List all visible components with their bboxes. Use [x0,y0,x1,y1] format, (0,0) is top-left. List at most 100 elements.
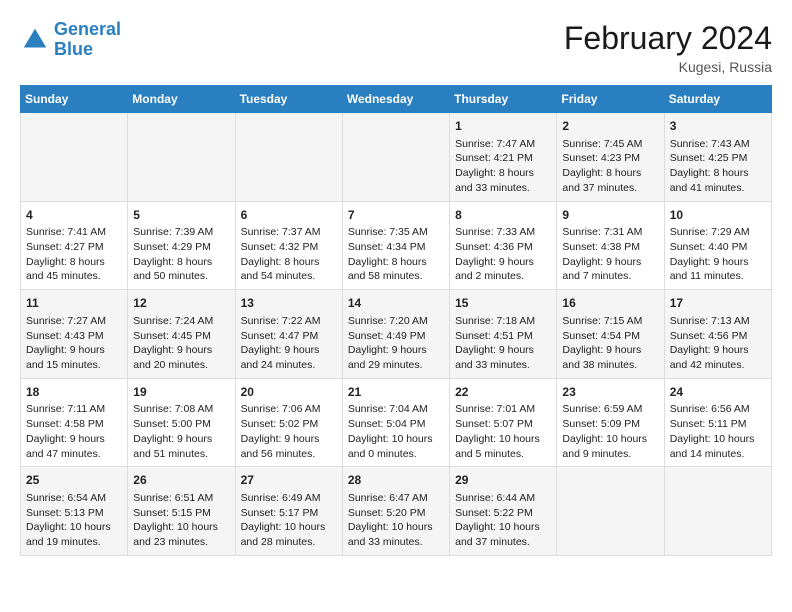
day-content-line: Sunrise: 7:18 AM [455,314,551,329]
logo-icon [20,25,50,55]
week-row-4: 18Sunrise: 7:11 AMSunset: 4:58 PMDayligh… [21,378,772,467]
day-content-line: and 15 minutes. [26,358,122,373]
col-header-sunday: Sunday [21,86,128,113]
day-cell: 10Sunrise: 7:29 AMSunset: 4:40 PMDayligh… [664,201,771,290]
day-content-line: Sunset: 5:13 PM [26,506,122,521]
day-cell: 8Sunrise: 7:33 AMSunset: 4:36 PMDaylight… [450,201,557,290]
day-content-line: Sunrise: 7:15 AM [562,314,658,329]
day-cell [557,467,664,556]
day-content-line: and 47 minutes. [26,447,122,462]
col-header-monday: Monday [128,86,235,113]
day-cell: 11Sunrise: 7:27 AMSunset: 4:43 PMDayligh… [21,290,128,379]
day-number: 20 [241,384,337,401]
day-content-line: and 9 minutes. [562,447,658,462]
day-content-line: and 33 minutes. [455,181,551,196]
day-content-line: Daylight: 9 hours [670,255,766,270]
week-row-2: 4Sunrise: 7:41 AMSunset: 4:27 PMDaylight… [21,201,772,290]
day-content-line: and 56 minutes. [241,447,337,462]
day-number: 3 [670,118,766,135]
day-content-line: and 33 minutes. [348,535,444,550]
day-cell [342,113,449,202]
day-cell: 3Sunrise: 7:43 AMSunset: 4:25 PMDaylight… [664,113,771,202]
day-content-line: Sunset: 5:22 PM [455,506,551,521]
day-content-line: Daylight: 8 hours [133,255,229,270]
day-content-line: Sunset: 4:23 PM [562,151,658,166]
day-content-line: and 45 minutes. [26,269,122,284]
day-content-line: Daylight: 10 hours [348,432,444,447]
day-content-line: and 38 minutes. [562,358,658,373]
day-content-line: Sunset: 5:04 PM [348,417,444,432]
day-content-line: Daylight: 9 hours [455,343,551,358]
day-cell: 2Sunrise: 7:45 AMSunset: 4:23 PMDaylight… [557,113,664,202]
day-content-line: Sunrise: 7:01 AM [455,402,551,417]
day-number: 5 [133,207,229,224]
day-content-line: Sunset: 4:25 PM [670,151,766,166]
day-content-line: Sunrise: 6:59 AM [562,402,658,417]
day-content-line: Sunrise: 7:24 AM [133,314,229,329]
day-content-line: Daylight: 9 hours [241,343,337,358]
day-content-line: Sunset: 4:51 PM [455,329,551,344]
day-content-line: Sunrise: 7:41 AM [26,225,122,240]
day-cell: 21Sunrise: 7:04 AMSunset: 5:04 PMDayligh… [342,378,449,467]
week-row-5: 25Sunrise: 6:54 AMSunset: 5:13 PMDayligh… [21,467,772,556]
day-content-line: and 54 minutes. [241,269,337,284]
day-content-line: Sunset: 4:29 PM [133,240,229,255]
day-content-line: Sunset: 5:11 PM [670,417,766,432]
day-content-line: Sunset: 4:40 PM [670,240,766,255]
day-number: 18 [26,384,122,401]
week-row-3: 11Sunrise: 7:27 AMSunset: 4:43 PMDayligh… [21,290,772,379]
calendar-header-row: SundayMondayTuesdayWednesdayThursdayFrid… [21,86,772,113]
day-content-line: Daylight: 8 hours [348,255,444,270]
day-cell: 28Sunrise: 6:47 AMSunset: 5:20 PMDayligh… [342,467,449,556]
day-content-line: Daylight: 8 hours [670,166,766,181]
day-content-line: Sunset: 4:36 PM [455,240,551,255]
day-content-line: and 28 minutes. [241,535,337,550]
day-content-line: Sunrise: 6:49 AM [241,491,337,506]
day-content-line: Daylight: 8 hours [455,166,551,181]
day-content-line: and 19 minutes. [26,535,122,550]
day-cell: 15 Sunrise: 7:18 AMSunset: 4:51 PMDayligh… [450,290,557,379]
day-content-line: Daylight: 10 hours [455,432,551,447]
day-content-line: Sunset: 4:58 PM [26,417,122,432]
month-title: February 2024 [564,20,772,57]
day-content-line: Daylight: 8 hours [26,255,122,270]
day-number: 9 [562,207,658,224]
day-number: 7 [348,207,444,224]
day-cell: 24Sunrise: 6:56 AMSunset: 5:11 PMDayligh… [664,378,771,467]
day-content-line: Sunset: 4:54 PM [562,329,658,344]
calendar-table: SundayMondayTuesdayWednesdayThursdayFrid… [20,85,772,556]
day-cell: 9Sunrise: 7:31 AMSunset: 4:38 PMDaylight… [557,201,664,290]
day-content-line: Sunset: 5:07 PM [455,417,551,432]
day-content-line: Sunset: 5:20 PM [348,506,444,521]
day-cell: 4Sunrise: 7:41 AMSunset: 4:27 PMDaylight… [21,201,128,290]
day-cell [128,113,235,202]
day-content-line: Sunset: 5:09 PM [562,417,658,432]
day-number: 23 [562,384,658,401]
day-cell [664,467,771,556]
day-number: 27 [241,472,337,489]
day-number: 25 [26,472,122,489]
day-number: 13 [241,295,337,312]
day-content-line: and 11 minutes. [670,269,766,284]
day-content-line: Sunrise: 7:04 AM [348,402,444,417]
day-cell [21,113,128,202]
day-content-line: Daylight: 8 hours [562,166,658,181]
week-row-1: 1Sunrise: 7:47 AMSunset: 4:21 PMDaylight… [21,113,772,202]
day-cell: 26Sunrise: 6:51 AMSunset: 5:15 PMDayligh… [128,467,235,556]
day-content-line: Sunrise: 7:35 AM [348,225,444,240]
day-content-line: Sunrise: 7:33 AM [455,225,551,240]
day-cell: 27Sunrise: 6:49 AMSunset: 5:17 PMDayligh… [235,467,342,556]
day-content-line: Sunrise: 7:31 AM [562,225,658,240]
day-number: 8 [455,207,551,224]
day-content-line: Sunset: 4:49 PM [348,329,444,344]
day-number: 15 [455,295,551,312]
day-content-line: Sunset: 5:15 PM [133,506,229,521]
day-content-line: Sunset: 5:02 PM [241,417,337,432]
logo-text: General Blue [54,20,121,60]
col-header-friday: Friday [557,86,664,113]
day-cell: 19Sunrise: 7:08 AMSunset: 5:00 PMDayligh… [128,378,235,467]
day-content-line: and 37 minutes. [562,181,658,196]
day-cell: 16Sunrise: 7:15 AMSunset: 4:54 PMDayligh… [557,290,664,379]
day-cell [235,113,342,202]
day-content-line: Sunset: 4:43 PM [26,329,122,344]
